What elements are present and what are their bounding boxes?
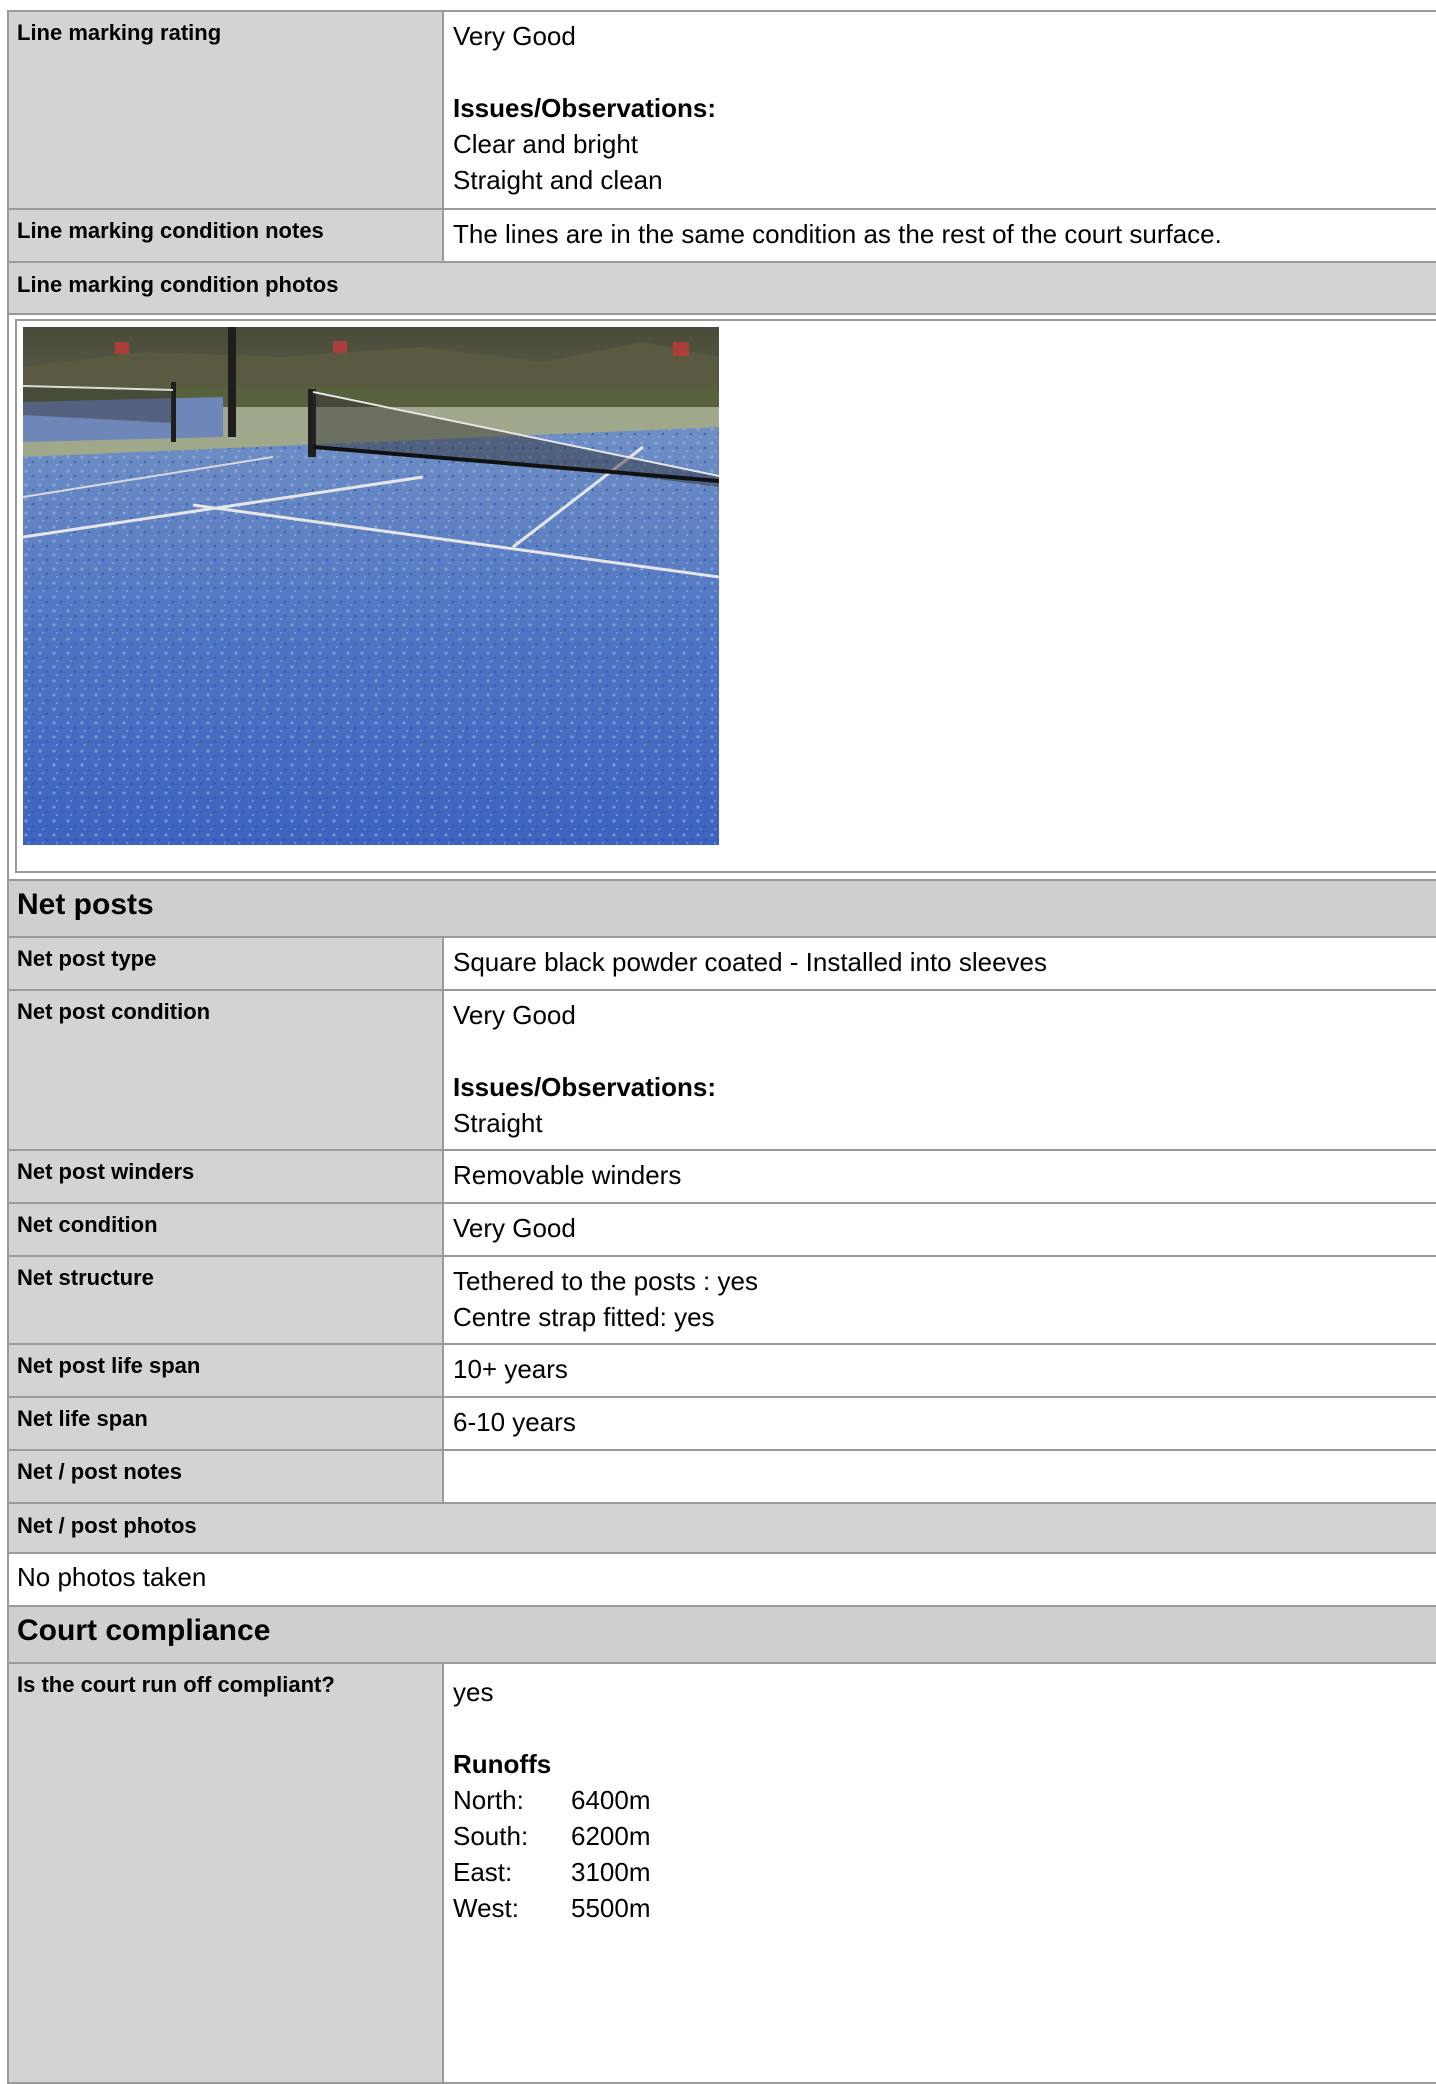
net-post-life-label: Net post life span [7,1343,444,1398]
runoff-west: West: 5500m [453,1890,1436,1926]
net-structure-line: Tethered to the posts : yes [453,1266,758,1296]
net-post-condition-value: Very Good [453,1000,576,1030]
photo-cell [7,313,1436,881]
runoff-direction: South: [453,1821,529,1851]
line-marking-notes-value: The lines are in the same condition as t… [442,208,1436,263]
net-post-condition-row: Net post condition Very Good Issues/Obse… [7,989,1436,1151]
net-post-life-row: Net post life span 10+ years [7,1343,1436,1398]
net-life-value: 6-10 years [442,1396,1436,1451]
net-posts-section-row: Net posts [7,879,1436,938]
net-post-notes-row: Net / post notes [7,1449,1436,1504]
net-post-condition-label: Net post condition [7,989,444,1151]
net-condition-label: Net condition [7,1202,444,1257]
line-marking-rating-cell: Very Good Issues/Observations: Clear and… [442,10,1436,210]
line-marking-photo-row [7,313,1436,881]
net-structure-label: Net structure [7,1255,444,1345]
line-marking-photos-row: Line marking condition photos [7,261,1436,315]
net-post-winders-value: Removable winders [442,1149,1436,1204]
net-post-winders-row: Net post winders Removable winders [7,1149,1436,1204]
runoff-direction: North: [453,1785,524,1815]
issues-title: Issues/Observations: [453,93,716,123]
runoff-row: Is the court run off compliant? yes Runo… [7,1662,1436,2084]
runoff-direction: West: [453,1893,519,1923]
net-structure-row: Net structure Tethered to the posts : ye… [7,1255,1436,1345]
court-compliance-section-title: Court compliance [7,1605,1436,1664]
net-post-condition-cell: Very Good Issues/Observations: Straight [442,989,1436,1151]
net-post-notes-value [442,1449,1436,1504]
net-post-notes-label: Net / post notes [7,1449,444,1504]
runoff-south: South: 6200m [453,1818,1436,1854]
runoff-distance: 6400m [571,1785,651,1815]
issue-item: Clear and bright [453,129,638,159]
runoff-north: North: 6400m [453,1782,1436,1818]
line-marking-photos-label: Line marking condition photos [7,261,1436,315]
runoff-direction: East: [453,1857,513,1887]
runoff-cell: yes Runoffs North: 6400m South: 6200m Ea… [442,1662,1436,2084]
net-post-type-row: Net post type Square black powder coated… [7,936,1436,991]
net-post-winders-label: Net post winders [7,1149,444,1204]
runoff-east: East: 3100m [453,1854,1436,1890]
runoff-label: Is the court run off compliant? [7,1662,444,2084]
court-photo[interactable] [23,327,719,845]
net-condition-row: Net condition Very Good [7,1202,1436,1257]
runoff-distance: 5500m [571,1893,651,1923]
no-photos-text: No photos taken [7,1552,1436,1607]
net-life-row: Net life span 6-10 years [7,1396,1436,1451]
runoff-value: yes [453,1677,494,1707]
issue-item: Straight and clean [453,165,663,195]
issues-title: Issues/Observations: [453,1072,716,1102]
line-marking-notes-row: Line marking condition notes The lines a… [7,208,1436,263]
runoff-distance: 6200m [571,1821,651,1851]
runoff-distance: 3100m [571,1857,651,1887]
inspection-table: Line marking rating Very Good Issues/Obs… [7,10,1436,2084]
net-life-label: Net life span [7,1396,444,1451]
net-posts-section-title: Net posts [7,879,1436,938]
net-post-type-value: Square black powder coated - Installed i… [442,936,1436,991]
line-marking-notes-label: Line marking condition notes [7,208,444,263]
line-marking-rating-row: Line marking rating Very Good Issues/Obs… [7,10,1436,210]
report-sheet: Line marking rating Very Good Issues/Obs… [7,10,1436,2084]
runoffs-title: Runoffs [453,1749,552,1779]
net-post-photos-row: Net / post photos [7,1502,1436,1554]
net-post-life-value: 10+ years [442,1343,1436,1398]
court-compliance-section-row: Court compliance [7,1605,1436,1664]
net-structure-line: Centre strap fitted: yes [453,1302,715,1332]
net-condition-value: Very Good [442,1202,1436,1257]
line-marking-rating-label: Line marking rating [7,10,444,210]
line-marking-rating-value: Very Good [453,21,576,51]
net-post-photos-label: Net / post photos [7,1502,1436,1554]
net-post-photos-value-row: No photos taken [7,1552,1436,1607]
net-post-type-label: Net post type [7,936,444,991]
issue-item: Straight [453,1108,543,1138]
photo-frame [15,319,1436,873]
net-structure-cell: Tethered to the posts : yes Centre strap… [442,1255,1436,1345]
